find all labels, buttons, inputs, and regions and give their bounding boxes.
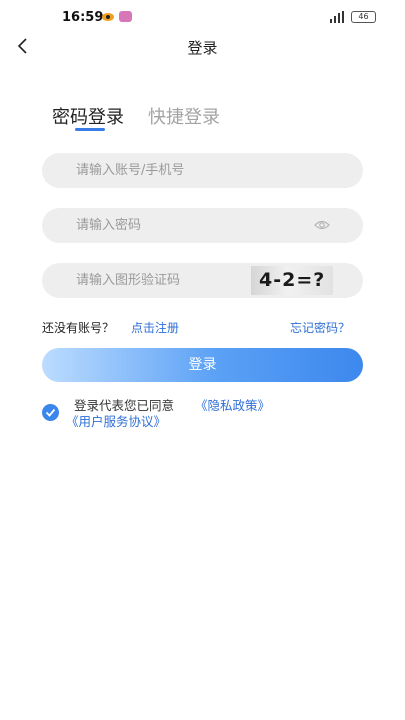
login-button[interactable]: 登录 [42, 348, 363, 382]
privacy-policy-link[interactable]: 《隐私政策》 [195, 398, 270, 414]
check-icon [45, 408, 56, 417]
show-password-eye-icon[interactable] [314, 218, 330, 232]
tab-password-login[interactable]: 密码登录 [52, 103, 124, 129]
nav-bar: 登录 [0, 34, 405, 58]
agreement-text: 登录代表您已同意 [74, 398, 175, 413]
password-field [42, 208, 363, 243]
captcha-text: 4-2=? [259, 269, 326, 291]
user-service-agreement-link[interactable]: 《用户服务协议》 [66, 414, 166, 430]
register-link[interactable]: 点击注册 [131, 319, 179, 336]
no-account-text: 还没有账号？ [42, 321, 115, 335]
active-tab-indicator [75, 128, 105, 131]
notification-eye-icon [102, 13, 114, 21]
captcha-input[interactable] [76, 263, 246, 298]
captcha-image[interactable]: 4-2=? [251, 266, 333, 295]
signal-icon [330, 11, 344, 23]
battery-icon: 46 [351, 11, 376, 23]
tab-quick-login[interactable]: 快捷登录 [148, 103, 220, 129]
status-time: 16:59 [62, 10, 104, 25]
account-input[interactable] [76, 153, 346, 188]
page-title: 登录 [187, 39, 218, 57]
status-bar: 16:59 46 [0, 0, 405, 34]
password-input[interactable] [76, 208, 306, 243]
notification-app-icon [119, 11, 132, 22]
forgot-password-link[interactable]: 忘记密码？ [290, 319, 350, 336]
account-field [42, 153, 363, 188]
agreement-checkbox[interactable] [42, 404, 59, 421]
